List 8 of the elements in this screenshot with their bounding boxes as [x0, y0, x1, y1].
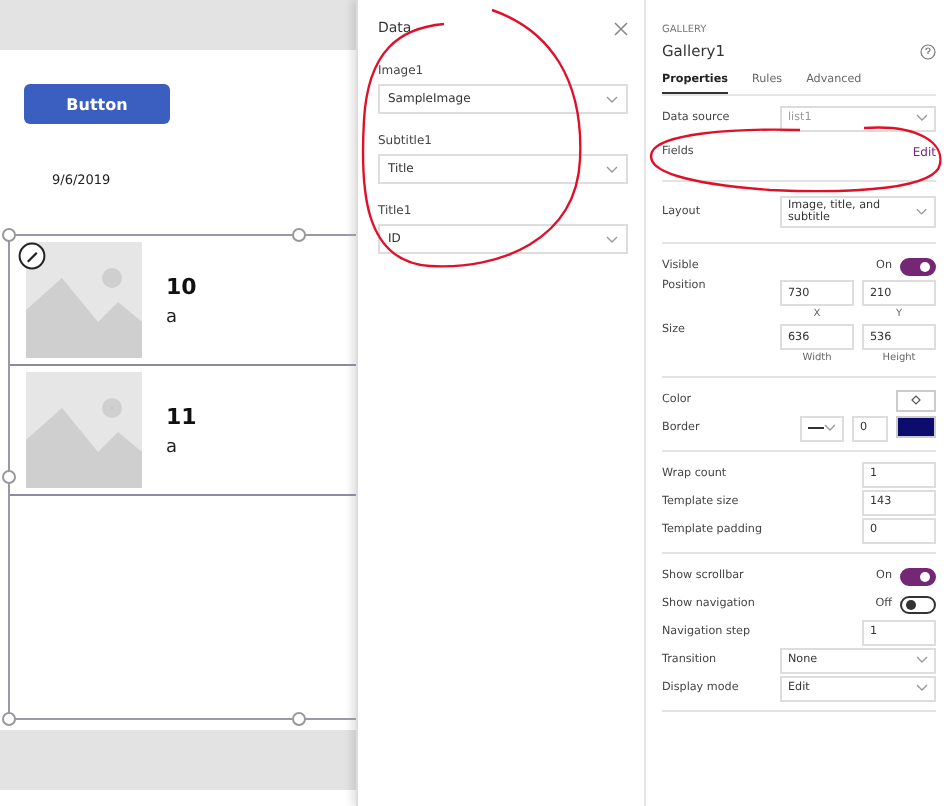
- item-subtitle: a: [166, 437, 180, 457]
- item-subtitle: a: [166, 307, 180, 327]
- item-title: 10: [166, 273, 197, 299]
- gallery-item[interactable]: 11 a: [10, 366, 356, 496]
- button[interactable]: Button: [24, 84, 170, 124]
- item-title: 11: [166, 403, 197, 429]
- gallery-item[interactable]: 10 a: [10, 236, 356, 366]
- gallery[interactable]: 10 a 11 a: [8, 234, 356, 720]
